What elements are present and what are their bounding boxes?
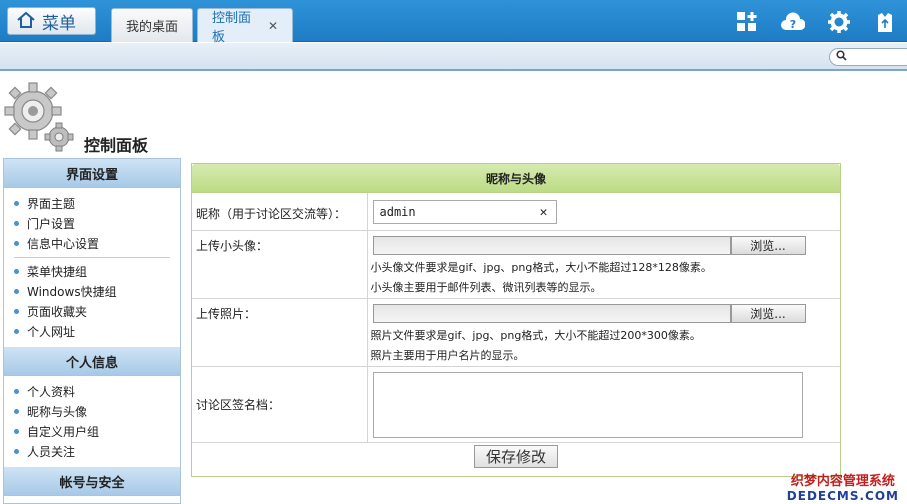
tab-label: 控制面板	[212, 10, 252, 45]
sidebar: 界面设置 界面主题 门户设置 信息中心设置 菜单快捷组 Windows快捷组 页…	[3, 158, 181, 504]
search-input[interactable]	[829, 48, 907, 66]
nickname-field[interactable]: admin ✕	[372, 200, 557, 224]
sidebar-section-title[interactable]: 界面设置	[4, 159, 180, 188]
photo-hint: 照片主要用于用户名片的显示。	[370, 348, 525, 362]
sidebar-item-custom-group[interactable]: 自定义用户组	[14, 421, 180, 441]
sidebar-item-info-center[interactable]: 信息中心设置	[14, 233, 180, 253]
photo-file-input[interactable]	[372, 303, 731, 323]
gear-icon[interactable]	[827, 10, 851, 34]
sidebar-item-menu-shortcut[interactable]: 菜单快捷组	[14, 261, 180, 281]
clear-icon[interactable]: ✕	[540, 205, 548, 220]
small-avatar-hint: 小头像文件要求是gif、jpg、png格式，大小不能超过128*128像素。	[370, 260, 712, 274]
home-icon	[16, 10, 36, 33]
sidebar-item-nickname-avatar[interactable]: 昵称与头像	[14, 401, 180, 421]
save-button[interactable]: 保存修改	[474, 444, 558, 468]
sidebar-item-profile[interactable]: 个人资料	[14, 381, 180, 401]
sidebar-item-windows-shortcut[interactable]: Windows快捷组	[14, 281, 180, 301]
nickname-label: 昵称（用于讨论区交流等）：	[192, 193, 368, 231]
small-avatar-hint: 小头像主要用于邮件列表、微讯列表等的显示。	[370, 280, 602, 294]
menu-label: 菜单	[42, 13, 76, 34]
small-avatar-label: 上传小头像：	[192, 230, 368, 299]
sidebar-item-portal[interactable]: 门户设置	[14, 213, 180, 233]
watermark-line: 织梦内容管理系统	[790, 474, 895, 489]
control-panel-gear-icon	[4, 82, 74, 152]
small-avatar-browse-button[interactable]: 浏览...	[730, 235, 806, 255]
divider	[14, 257, 170, 258]
sidebar-item-favorites[interactable]: 页面收藏夹	[14, 301, 180, 321]
sidebar-item-follow[interactable]: 人员关注	[14, 441, 180, 461]
help-cloud-icon[interactable]: ?	[781, 10, 805, 34]
signature-label: 讨论区签名档：	[192, 366, 368, 443]
svg-text:?: ?	[790, 18, 796, 31]
menu-button[interactable]: 菜单	[7, 7, 96, 35]
close-icon[interactable]: ✕	[268, 19, 278, 33]
search-icon	[836, 50, 847, 64]
panel-title: 昵称与头像	[192, 164, 840, 193]
tab-my-desktop[interactable]: 我的桌面	[111, 8, 193, 42]
sub-toolbar	[0, 43, 907, 71]
logout-icon[interactable]	[873, 10, 897, 34]
sidebar-item-theme[interactable]: 界面主题	[14, 193, 180, 213]
signature-textarea[interactable]	[372, 371, 803, 438]
watermark-logo: 织梦内容管理系统 DEDECMS.COM	[787, 470, 899, 503]
nickname-avatar-panel: 昵称与头像 昵称（用于讨论区交流等）： admin ✕ 上传小头像： 浏览...…	[191, 163, 841, 477]
watermark-line: DEDECMS.COM	[786, 489, 899, 503]
small-avatar-file-input[interactable]	[372, 235, 731, 255]
sidebar-section-title[interactable]: 个人信息	[4, 347, 180, 376]
sidebar-item-personal-url[interactable]: 个人网址	[14, 321, 180, 341]
tab-label: 我的桌面	[126, 20, 179, 35]
photo-browse-button[interactable]: 浏览...	[730, 303, 806, 323]
photo-hint: 照片文件要求是gif、jpg、png格式，大小不能超过200*300像素。	[370, 328, 701, 342]
photo-label: 上传照片：	[192, 298, 368, 367]
tab-control-panel[interactable]: 控制面板 ✕	[197, 8, 293, 45]
settings-form: 昵称（用于讨论区交流等）： admin ✕ 上传小头像： 浏览... 小头像文件…	[192, 193, 840, 474]
top-bar: 菜单 我的桌面 控制面板 ✕ ?	[0, 0, 907, 45]
nickname-value: admin	[379, 205, 416, 219]
add-widget-icon[interactable]	[735, 10, 759, 34]
sidebar-section-title[interactable]: 帐号与安全	[4, 467, 180, 496]
page-title: 控制面板	[84, 136, 149, 155]
